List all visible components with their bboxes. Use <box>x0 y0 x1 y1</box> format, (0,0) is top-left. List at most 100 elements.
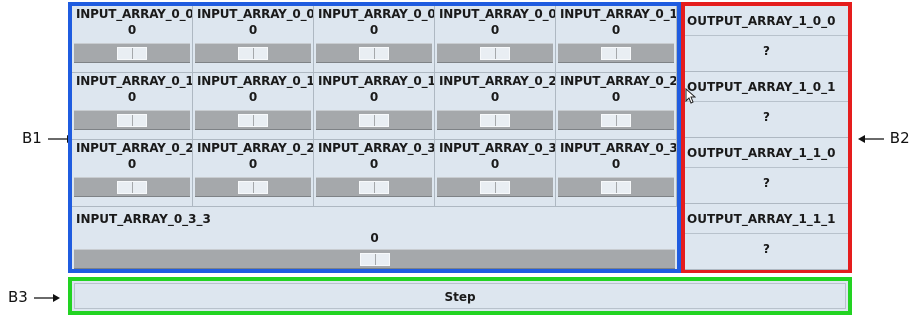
output-cell: OUTPUT_ARRAY_1_0_1? <box>685 72 848 138</box>
input-value: 0 <box>248 157 258 171</box>
slider-thumb[interactable] <box>601 47 631 60</box>
input-slider[interactable] <box>437 110 553 130</box>
input-name: INPUT_ARRAY_0_1_2 <box>197 74 313 88</box>
output-value: ? <box>763 242 770 256</box>
output-array-panel: OUTPUT_ARRAY_1_0_0? OUTPUT_ARRAY_1_0_1? OU… <box>681 2 852 273</box>
input-value: 0 <box>490 157 500 171</box>
arrow-right-icon <box>33 293 60 302</box>
label-b1: B1 <box>22 129 75 147</box>
slider-thumb[interactable] <box>480 47 510 60</box>
input-cell: INPUT_ARRAY_0_0_1 0 <box>193 6 314 73</box>
input-name: INPUT_ARRAY_0_0_3 <box>439 7 555 21</box>
input-value: 0 <box>369 23 379 37</box>
slider-thumb[interactable] <box>359 47 389 60</box>
input-cell: INPUT_ARRAY_0_0_3 0 <box>435 6 556 73</box>
label-b3-text: B3 <box>8 288 28 306</box>
input-name: INPUT_ARRAY_0_3_0 <box>318 141 434 155</box>
slider-thumb[interactable] <box>238 47 268 60</box>
input-name: INPUT_ARRAY_0_0_1 <box>197 7 313 21</box>
input-value: 0 <box>369 157 379 171</box>
input-cell: INPUT_ARRAY_0_1_2 0 <box>193 73 314 140</box>
input-cell: INPUT_ARRAY_0_3_3 0 <box>72 207 677 269</box>
slider-thumb[interactable] <box>359 181 389 194</box>
input-name: INPUT_ARRAY_0_2_0 <box>439 74 555 88</box>
input-slider[interactable] <box>74 177 190 197</box>
slider-thumb[interactable] <box>359 114 389 127</box>
slider-thumb[interactable] <box>238 114 268 127</box>
input-value: 0 <box>611 90 621 104</box>
input-cell: INPUT_ARRAY_0_2_3 0 <box>193 140 314 207</box>
input-name: INPUT_ARRAY_0_2_3 <box>197 141 313 155</box>
output-name: OUTPUT_ARRAY_1_1_1 <box>685 212 848 234</box>
input-cell: INPUT_ARRAY_0_2_2 0 <box>72 140 193 207</box>
label-b2: B2 <box>857 129 910 147</box>
output-name: OUTPUT_ARRAY_1_0_1 <box>685 80 848 102</box>
slider-thumb[interactable] <box>359 253 390 266</box>
input-value: 0 <box>369 90 379 104</box>
input-slider[interactable] <box>195 43 311 63</box>
step-panel: Step <box>68 277 852 315</box>
input-value: 0 <box>370 231 379 245</box>
input-slider[interactable] <box>316 177 432 197</box>
output-cell: OUTPUT_ARRAY_1_1_1? <box>685 204 848 270</box>
input-slider[interactable] <box>558 177 674 197</box>
input-name: INPUT_ARRAY_0_0_0 <box>76 7 192 21</box>
input-value: 0 <box>127 90 137 104</box>
input-slider[interactable] <box>558 110 674 130</box>
arrow-left-icon <box>858 134 884 143</box>
input-name: INPUT_ARRAY_0_3_3 <box>76 212 211 226</box>
step-button[interactable]: Step <box>74 283 846 309</box>
slider-thumb[interactable] <box>117 47 147 60</box>
slider-thumb[interactable] <box>117 181 147 194</box>
input-slider[interactable] <box>316 43 432 63</box>
input-value: 0 <box>611 23 621 37</box>
input-value: 0 <box>490 23 500 37</box>
input-name: INPUT_ARRAY_0_1_1 <box>76 74 192 88</box>
input-name: INPUT_ARRAY_0_1_0 <box>560 7 676 21</box>
input-name: INPUT_ARRAY_0_0_2 <box>318 7 434 21</box>
output-value: ? <box>763 176 770 190</box>
input-slider[interactable] <box>195 177 311 197</box>
input-cell: INPUT_ARRAY_0_2_1 0 <box>556 73 677 140</box>
input-name: INPUT_ARRAY_0_2_2 <box>76 141 192 155</box>
input-value: 0 <box>611 157 621 171</box>
output-value: ? <box>763 44 770 58</box>
output-name: OUTPUT_ARRAY_1_0_0 <box>685 14 848 36</box>
input-slider[interactable] <box>437 177 553 197</box>
input-cell: INPUT_ARRAY_0_1_0 0 <box>556 6 677 73</box>
input-value: 0 <box>248 23 258 37</box>
slider-thumb[interactable] <box>117 114 147 127</box>
output-name: OUTPUT_ARRAY_1_1_0 <box>685 146 848 168</box>
input-cell: INPUT_ARRAY_0_3_1 0 <box>435 140 556 207</box>
label-b3: B3 <box>8 288 61 306</box>
input-cell: INPUT_ARRAY_0_3_2 0 <box>556 140 677 207</box>
slider-thumb[interactable] <box>238 181 268 194</box>
input-slider[interactable] <box>558 43 674 63</box>
input-slider[interactable] <box>74 43 190 63</box>
slider-thumb[interactable] <box>601 181 631 194</box>
slider-thumb[interactable] <box>480 181 510 194</box>
input-slider[interactable] <box>74 110 190 130</box>
input-cell: INPUT_ARRAY_0_0_2 0 <box>314 6 435 73</box>
slider-thumb[interactable] <box>480 114 510 127</box>
input-name: INPUT_ARRAY_0_1_3 <box>318 74 434 88</box>
label-b2-text: B2 <box>889 129 910 147</box>
input-name: INPUT_ARRAY_0_3_2 <box>560 141 676 155</box>
output-value: ? <box>763 110 770 124</box>
label-b1-text: B1 <box>22 129 42 147</box>
input-slider[interactable] <box>437 43 553 63</box>
input-slider[interactable] <box>316 110 432 130</box>
input-value: 0 <box>127 23 137 37</box>
mouse-pointer-icon <box>685 88 696 104</box>
input-slider[interactable] <box>74 249 675 269</box>
input-cell: INPUT_ARRAY_0_0_0 0 <box>72 6 193 73</box>
input-cell: INPUT_ARRAY_0_2_0 0 <box>435 73 556 140</box>
input-name: INPUT_ARRAY_0_2_1 <box>560 74 676 88</box>
input-value: 0 <box>490 90 500 104</box>
slider-thumb[interactable] <box>601 114 631 127</box>
input-cell: INPUT_ARRAY_0_1_1 0 <box>72 73 193 140</box>
output-cell: OUTPUT_ARRAY_1_1_0? <box>685 138 848 204</box>
input-value: 0 <box>248 90 258 104</box>
input-name: INPUT_ARRAY_0_3_1 <box>439 141 555 155</box>
input-slider[interactable] <box>195 110 311 130</box>
